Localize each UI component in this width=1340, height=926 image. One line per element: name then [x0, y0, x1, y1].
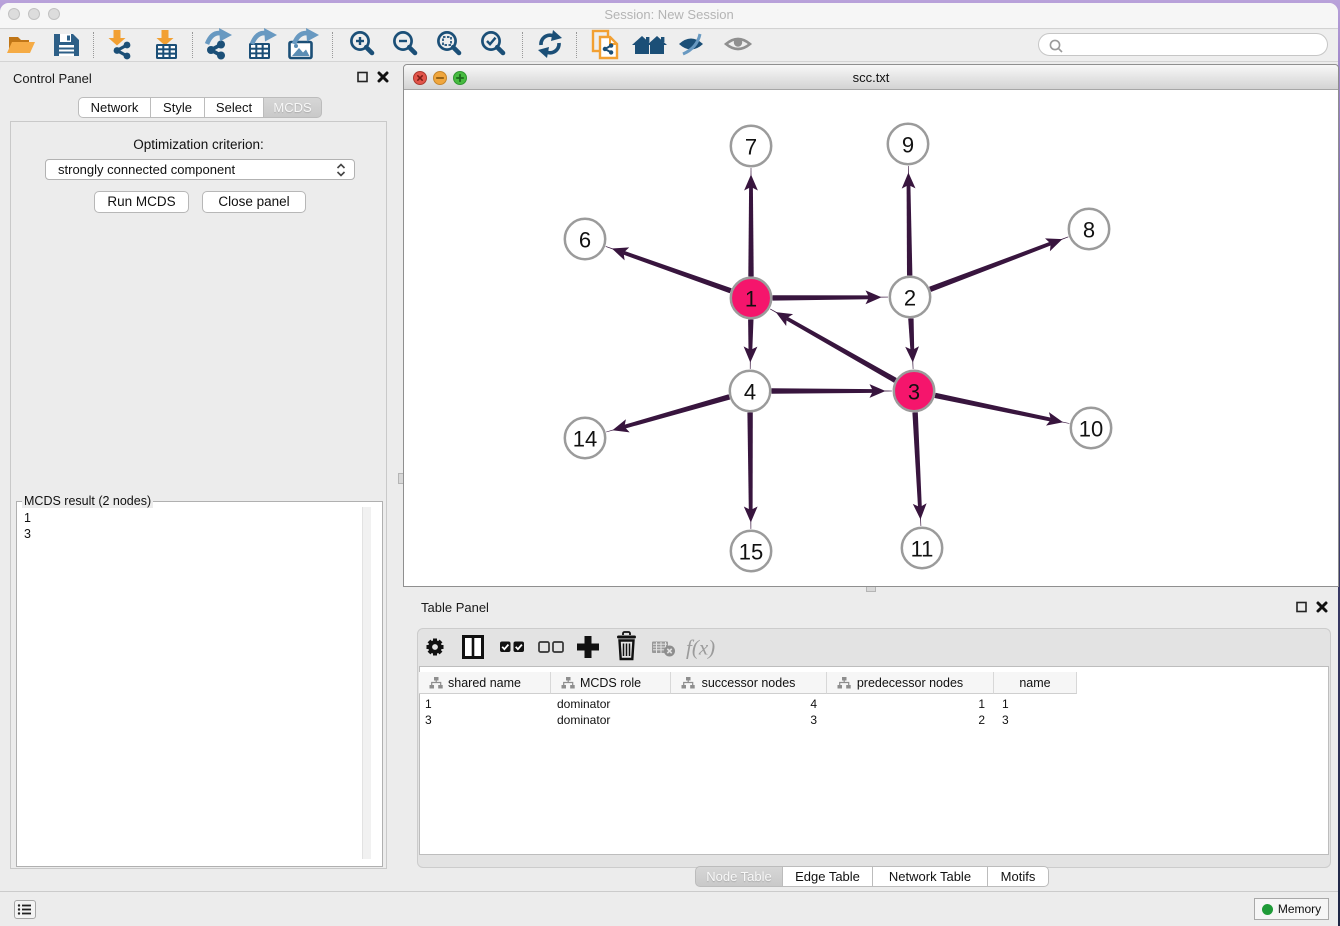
- svg-text:9: 9: [902, 133, 914, 158]
- svg-text:4: 4: [744, 380, 756, 405]
- svg-text:10: 10: [1079, 417, 1103, 442]
- svg-text:11: 11: [911, 537, 934, 562]
- svg-text:15: 15: [739, 540, 763, 565]
- svg-text:14: 14: [573, 427, 597, 452]
- svg-text:6: 6: [579, 228, 591, 253]
- svg-text:2: 2: [904, 286, 916, 311]
- svg-text:3: 3: [908, 380, 920, 405]
- svg-text:1: 1: [745, 287, 757, 312]
- svg-text:7: 7: [745, 135, 757, 160]
- svg-text:8: 8: [1083, 218, 1095, 243]
- svg-text:f(x): f(x): [686, 636, 715, 660]
